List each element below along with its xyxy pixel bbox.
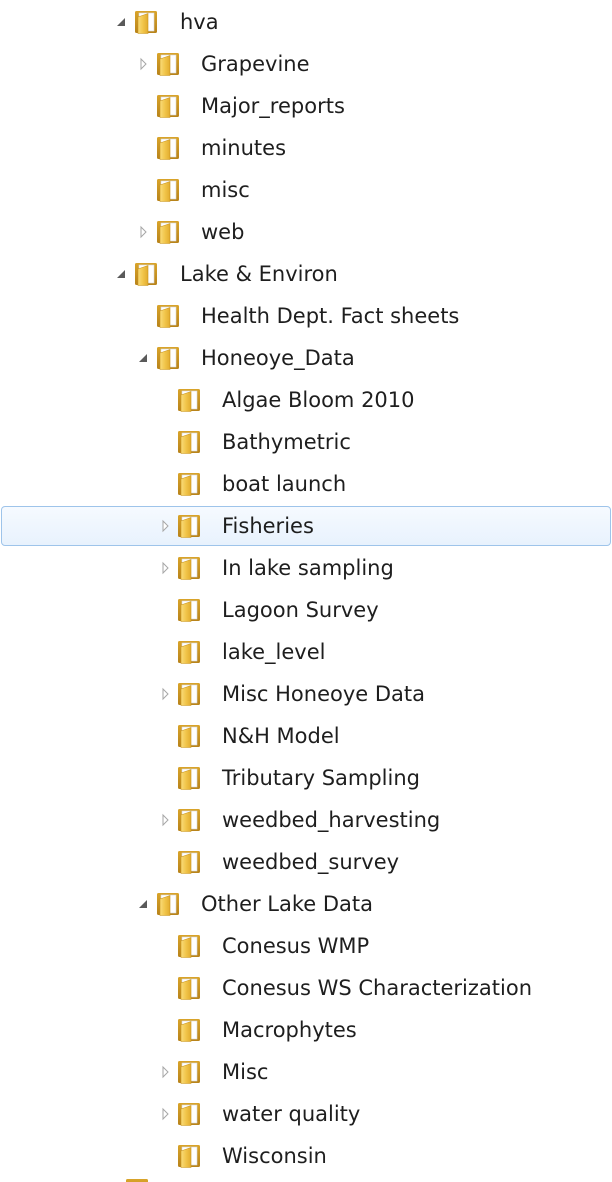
tree-item-label: lake_level [222, 640, 326, 664]
tree-item[interactable]: Lagoon Survey [0, 589, 612, 631]
tree-item-label: In lake sampling [222, 556, 394, 580]
tree-item[interactable]: hva [0, 1, 612, 43]
tree-item-label: Honeoye_Data [201, 346, 355, 370]
tree-item[interactable]: Lake & Environ [0, 253, 612, 295]
tree-item[interactable]: Major_reports [0, 85, 612, 127]
folder-icon [175, 1100, 203, 1128]
tree-item[interactable]: Honeoye_Data [0, 337, 612, 379]
folder-icon [175, 806, 203, 834]
folder-icon [175, 428, 203, 456]
folder-icon [175, 722, 203, 750]
collapsed-triangle-icon[interactable] [157, 518, 173, 534]
folder-icon [132, 8, 160, 36]
tree-item-label: Algae Bloom 2010 [222, 388, 415, 412]
expanded-triangle-icon[interactable] [113, 14, 129, 30]
collapsed-triangle-icon[interactable] [157, 560, 173, 576]
folder-icon [154, 890, 182, 918]
folder-icon [154, 50, 182, 78]
tree-item-label: Other Lake Data [201, 892, 374, 916]
tree-item[interactable]: Misc [0, 1051, 612, 1093]
tree-item[interactable]: web [0, 211, 612, 253]
collapsed-triangle-icon[interactable] [157, 686, 173, 702]
tree-item-label: weedbed_survey [222, 850, 400, 874]
tree-item-label: Major_reports [201, 94, 345, 118]
tree-item[interactable]: Fisheries [0, 505, 612, 547]
tree-item[interactable]: Health Dept. Fact sheets [0, 295, 612, 337]
tree-item[interactable]: Bathymetric [0, 421, 612, 463]
folder-icon [154, 302, 182, 330]
tree-item[interactable]: Wisconsin [0, 1135, 612, 1177]
tree-item-label: water quality [222, 1102, 361, 1126]
tree-item[interactable]: boat launch [0, 463, 612, 505]
tree-item[interactable]: water quality [0, 1093, 612, 1135]
expanded-triangle-icon[interactable] [113, 266, 129, 282]
folder-icon [154, 176, 182, 204]
collapsed-triangle-icon[interactable] [157, 1106, 173, 1122]
tree-item-label: Conesus WMP [222, 934, 370, 958]
folder-icon [123, 1176, 151, 1182]
tree-item[interactable]: minutes [0, 127, 612, 169]
folder-icon [132, 260, 160, 288]
tree-item-label: Lagoon Survey [222, 598, 379, 622]
tree-item-label: Fisheries [222, 514, 314, 538]
tree-item[interactable]: Grapevine [0, 43, 612, 85]
folder-icon [175, 596, 203, 624]
tree-item-label: Lake & Environ [180, 262, 338, 286]
expanded-triangle-icon[interactable] [135, 896, 151, 912]
folder-icon [175, 1016, 203, 1044]
folder-icon [154, 218, 182, 246]
folder-icon [175, 638, 203, 666]
tree-item-label: Tributary Sampling [222, 766, 420, 790]
folder-icon [175, 764, 203, 792]
tree-item[interactable]: In lake sampling [0, 547, 612, 589]
tree-item-label: web [201, 220, 245, 244]
collapsed-triangle-icon[interactable] [157, 812, 173, 828]
tree-item-label: boat launch [222, 472, 347, 496]
tree-item-label: Wisconsin [222, 1144, 327, 1168]
folder-icon [175, 932, 203, 960]
folder-icon [154, 92, 182, 120]
tree-item[interactable]: Misc Honeoye Data [0, 673, 612, 715]
tree-item-label: hva [180, 10, 219, 34]
folder-icon [175, 386, 203, 414]
folder-icon [175, 974, 203, 1002]
tree-item-label: N&H Model [222, 724, 340, 748]
folder-tree: hva Grapevine Major_reportsminutes misc web L… [0, 0, 612, 1182]
tree-item[interactable]: Conesus WS Characterization [0, 967, 612, 1009]
collapsed-triangle-icon[interactable] [135, 56, 151, 72]
tree-item-label: Health Dept. Fact sheets [201, 304, 460, 328]
tree-item-label: minutes [201, 136, 287, 160]
tree-item[interactable]: N&H Model [0, 715, 612, 757]
folder-icon [175, 470, 203, 498]
collapsed-triangle-icon[interactable] [135, 224, 151, 240]
tree-item[interactable]: lake_level [0, 631, 612, 673]
expanded-triangle-icon[interactable] [135, 350, 151, 366]
tree-item[interactable]: Conesus WMP [0, 925, 612, 967]
tree-item-label: Grapevine [201, 52, 310, 76]
tree-item[interactable]: weedbed_harvesting [0, 799, 612, 841]
tree-item-label: misc [201, 178, 250, 202]
folder-icon [175, 680, 203, 708]
tree-item[interactable]: misc [0, 169, 612, 211]
tree-item[interactable]: Algae Bloom 2010 [0, 379, 612, 421]
collapsed-triangle-icon[interactable] [157, 1064, 173, 1080]
tree-item-label: Bathymetric [222, 430, 351, 454]
folder-icon [175, 1142, 203, 1170]
tree-item[interactable]: Macrophytes [0, 1009, 612, 1051]
folder-icon [175, 512, 203, 540]
folder-icon [154, 344, 182, 372]
tree-item-label: Macrophytes [222, 1018, 357, 1042]
tree-item-label: Conesus WS Characterization [222, 976, 533, 1000]
folder-icon [154, 134, 182, 162]
tree-item[interactable]: Other Lake Data [0, 883, 612, 925]
tree-item[interactable]: Tributary Sampling [0, 757, 612, 799]
tree-item-label: Misc Honeoye Data [222, 682, 425, 706]
folder-icon [175, 554, 203, 582]
folder-icon [175, 848, 203, 876]
folder-icon [175, 1058, 203, 1086]
tree-item-label: Misc [222, 1060, 269, 1084]
tree-item-label: weedbed_harvesting [222, 808, 441, 832]
tree-item[interactable]: weedbed_survey [0, 841, 612, 883]
